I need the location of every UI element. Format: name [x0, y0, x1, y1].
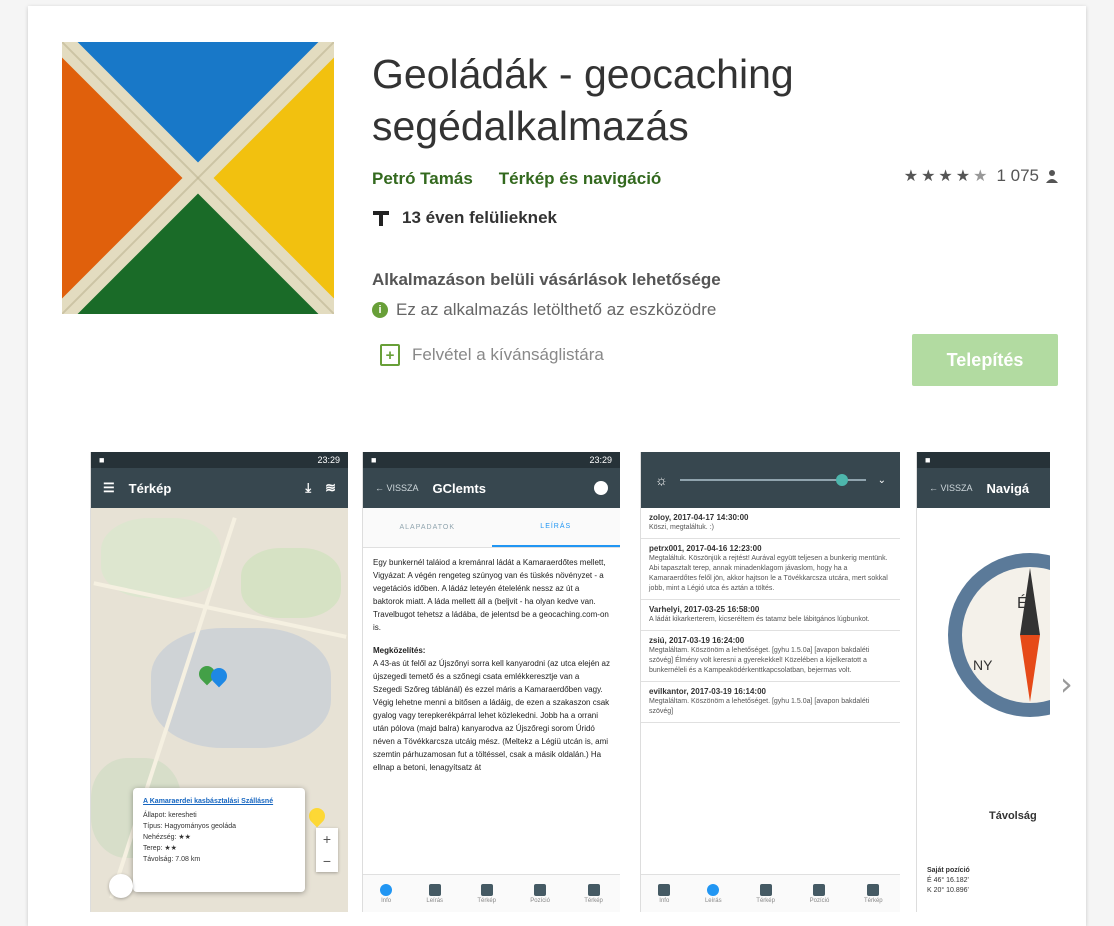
nav-description[interactable]: Leírás	[705, 883, 722, 904]
map-icon	[759, 883, 772, 896]
rating: ★★★★★ 1 075	[904, 166, 1059, 186]
pencil-icon	[428, 883, 441, 896]
age-rating-label: 13 éven felülieknek	[402, 208, 557, 227]
description-body: Egy bunkernél taláiod a kremánral ládát …	[373, 558, 609, 632]
popup-line: Terep: ★★	[143, 845, 177, 852]
grid-icon	[867, 883, 880, 896]
location-icon	[813, 883, 826, 896]
nav-more[interactable]: Térkép	[584, 883, 603, 904]
info-icon: i	[372, 302, 388, 318]
category-link[interactable]: Térkép és navigáció	[499, 169, 662, 189]
location-icon	[534, 883, 547, 896]
own-position: Saját pozíció É 46° 16.182' K 20° 10.896…	[927, 867, 970, 894]
brightness-icon: ☼	[655, 472, 668, 488]
layers-icon: ≋	[325, 480, 336, 495]
zoom-controls[interactable]: + −	[316, 828, 338, 872]
screen-title: Térkép	[128, 480, 172, 496]
app-title: Geoládák - geocaching segédalkalmazás	[372, 51, 794, 149]
screenshot-carousel[interactable]: ■ 23:29 ☰ Térkép ⤓ ≋ A Kamaraerdei kasbás…	[90, 452, 1050, 912]
app-meta: Petró Tamás Térkép és navigáció	[372, 166, 661, 192]
info-icon	[380, 883, 393, 896]
pencil-icon	[707, 883, 720, 896]
rating-count: 1 075	[996, 166, 1039, 185]
my-location-icon[interactable]	[109, 874, 133, 898]
approach-body: A 43-as út felől az Újszőnyi sorra kell …	[373, 659, 611, 772]
svg-text:É: É	[1017, 593, 1028, 612]
app-bar: ← VISSZA Navigá	[917, 468, 1050, 508]
tab-bar: ALAPADATOK LEÍRÁS	[363, 508, 620, 548]
nav-info[interactable]: Info	[380, 883, 393, 904]
description-text: Egy bunkernél taláiod a kremánral ládát …	[363, 548, 620, 782]
screenshot-description[interactable]: ■ 23:29 ← VISSZA GClemts ALAPADATOK LEÍRÁ…	[362, 452, 620, 912]
compatibility-text: Ez az alkalmazás letölthető az eszközödr…	[396, 300, 717, 319]
nav-position[interactable]: Pozíció	[810, 883, 829, 904]
popup-line: Típus: Hagyományos geoláda	[143, 823, 236, 830]
back-button: ← VISSZA	[375, 483, 419, 493]
bookmark-add-icon: +	[380, 344, 400, 366]
log-entry: evilkantor, 2017-03-19 16:14:00 Megtalált…	[641, 682, 900, 723]
person-icon	[1046, 170, 1058, 183]
nav-map[interactable]: Térkép	[756, 883, 775, 904]
log-entry: zsiú, 2017-03-19 16:24:00 Megtaláltam. Kö…	[641, 631, 900, 682]
map-view: A Kamaraerdei kasbásztalási Szállásné Ál…	[91, 508, 348, 912]
compass-icon: É NY	[948, 553, 1050, 717]
app-icon	[62, 42, 334, 314]
screenshot-logs[interactable]: ☼ ⌄ zoloy, 2017-04-17 14:30:00 Köszi, meg…	[640, 452, 900, 912]
popup-title[interactable]: A Kamaraerdei kasbásztalási Szállásné	[143, 796, 295, 807]
bottom-nav: Info Leírás Térkép Pozíció Térkép	[363, 874, 620, 912]
install-button[interactable]: Telepítés	[912, 334, 1058, 386]
nav-description[interactable]: Leírás	[426, 883, 443, 904]
wishlist-label: Felvétel a kívánságlistára	[412, 345, 604, 364]
cache-pin-icon[interactable]	[305, 804, 329, 828]
info-icon	[658, 883, 671, 896]
log-entry: Varhelyi, 2017-03-25 16:58:00 A ládát kik…	[641, 600, 900, 631]
tab-description[interactable]: LEÍRÁS	[491, 508, 620, 547]
screen-title: Navigá	[986, 480, 1030, 496]
age-rating-icon	[373, 211, 389, 226]
popup-line: Nehézség: ★★	[143, 834, 191, 841]
popup-line: Állapot: keresheti	[143, 812, 197, 819]
in-app-purchases: Alkalmazáson belüli vásárlások lehetőség…	[372, 270, 721, 289]
popup-line: Távolság: 7.08 km	[143, 856, 201, 863]
screenshot-map[interactable]: ■ 23:29 ☰ Térkép ⤓ ≋ A Kamaraerdei kasbás…	[90, 452, 348, 912]
screenshot-navigation[interactable]: ■ ← VISSZA Navigá É NY Távolság Saját po…	[916, 452, 1050, 912]
rating-stars-icon: ★★★★★	[903, 168, 991, 185]
status-bar: ■ 23:29	[91, 452, 348, 468]
nav-more[interactable]: Térkép	[864, 883, 883, 904]
nav-info[interactable]: Info	[658, 883, 671, 904]
wishlist-button[interactable]: + Felvétel a kívánságlistára	[380, 344, 604, 366]
nav-position[interactable]: Pozíció	[530, 883, 550, 904]
tab-basic[interactable]: ALAPADATOK	[363, 508, 492, 547]
status-bar: ■	[917, 452, 1050, 468]
log-entry: petrx001, 2017-04-16 12:23:00 Megtaláltuk…	[641, 539, 900, 600]
log-entry: zoloy, 2017-04-17 14:30:00 Köszi, megtalá…	[641, 508, 900, 539]
approach-heading: Megközelítés:	[373, 646, 426, 655]
cache-popup[interactable]: A Kamaraerdei kasbásztalási Szállásné Ál…	[133, 788, 305, 892]
app-bar: ← VISSZA GClemts	[363, 468, 620, 508]
grid-icon	[587, 883, 600, 896]
status-bar: ■ 23:29	[363, 452, 620, 468]
download-icon: ⤓	[305, 480, 312, 495]
carousel-next-icon[interactable]: ›	[1060, 665, 1073, 703]
map-icon	[480, 883, 493, 896]
brightness-bar: ☼ ⌄	[641, 452, 900, 508]
developer-link[interactable]: Petró Tamás	[372, 169, 473, 189]
compass-icon	[594, 481, 608, 495]
screen-title: GClemts	[432, 480, 486, 496]
bottom-nav: Info Leírás Térkép Pozíció Térkép	[641, 874, 900, 912]
svg-text:NY: NY	[973, 657, 993, 673]
age-rating: 13 éven felülieknek	[372, 208, 557, 228]
distance-label: Távolság	[989, 810, 1037, 822]
app-bar: ☰ Térkép ⤓ ≋	[91, 468, 348, 508]
nav-map[interactable]: Térkép	[477, 883, 496, 904]
chevron-down-icon: ⌄	[877, 474, 886, 486]
back-button: ← VISSZA	[929, 483, 973, 493]
menu-icon: ☰	[103, 480, 115, 495]
compatibility: i Ez az alkalmazás letölthető az eszközö…	[372, 300, 716, 320]
